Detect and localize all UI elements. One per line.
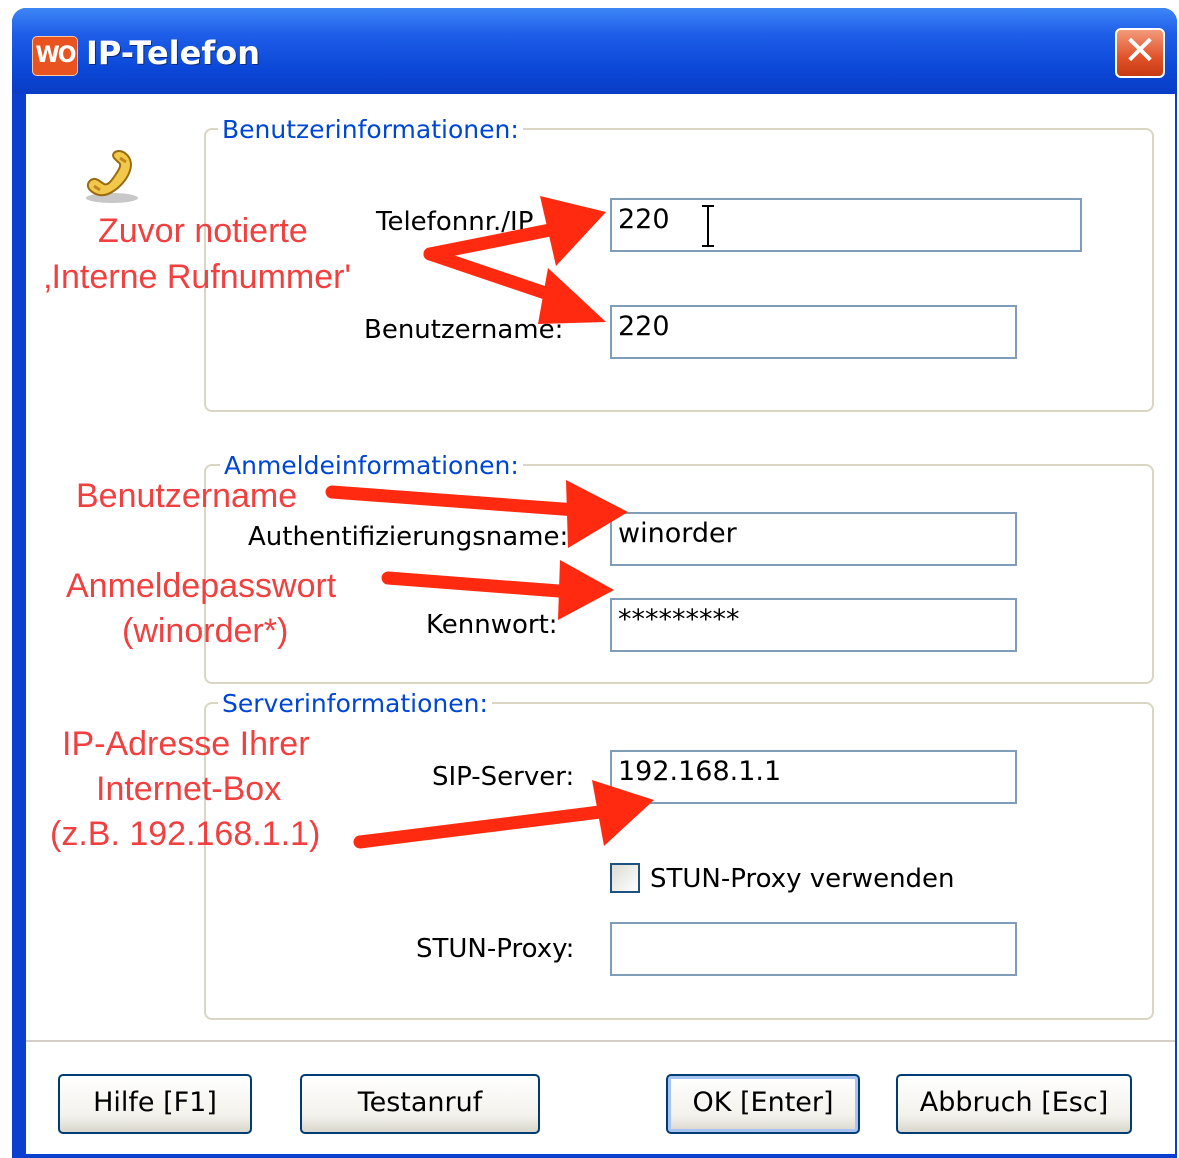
- arrow-head-phone: [540, 196, 606, 266]
- note-password-line1: Anmeldepasswort: [66, 567, 337, 605]
- note-ip-line1: IP-Adresse Ihrer: [62, 725, 310, 763]
- note-password-line2: (winorder*): [122, 612, 289, 650]
- arrow-head-username: [538, 268, 606, 324]
- arrow-head-password: [558, 560, 614, 620]
- note-internal-number-line2: ‚Interne Rufnummer': [44, 258, 351, 296]
- arrow-head-sip: [592, 780, 654, 846]
- arrow-head-auth: [566, 480, 628, 548]
- note-username: Benutzername: [76, 477, 298, 515]
- note-internal-number-line1: Zuvor notierte: [98, 212, 308, 250]
- note-ip-line2: Internet-Box: [96, 770, 282, 808]
- note-ip-line3: (z.B. 192.168.1.1): [50, 815, 321, 853]
